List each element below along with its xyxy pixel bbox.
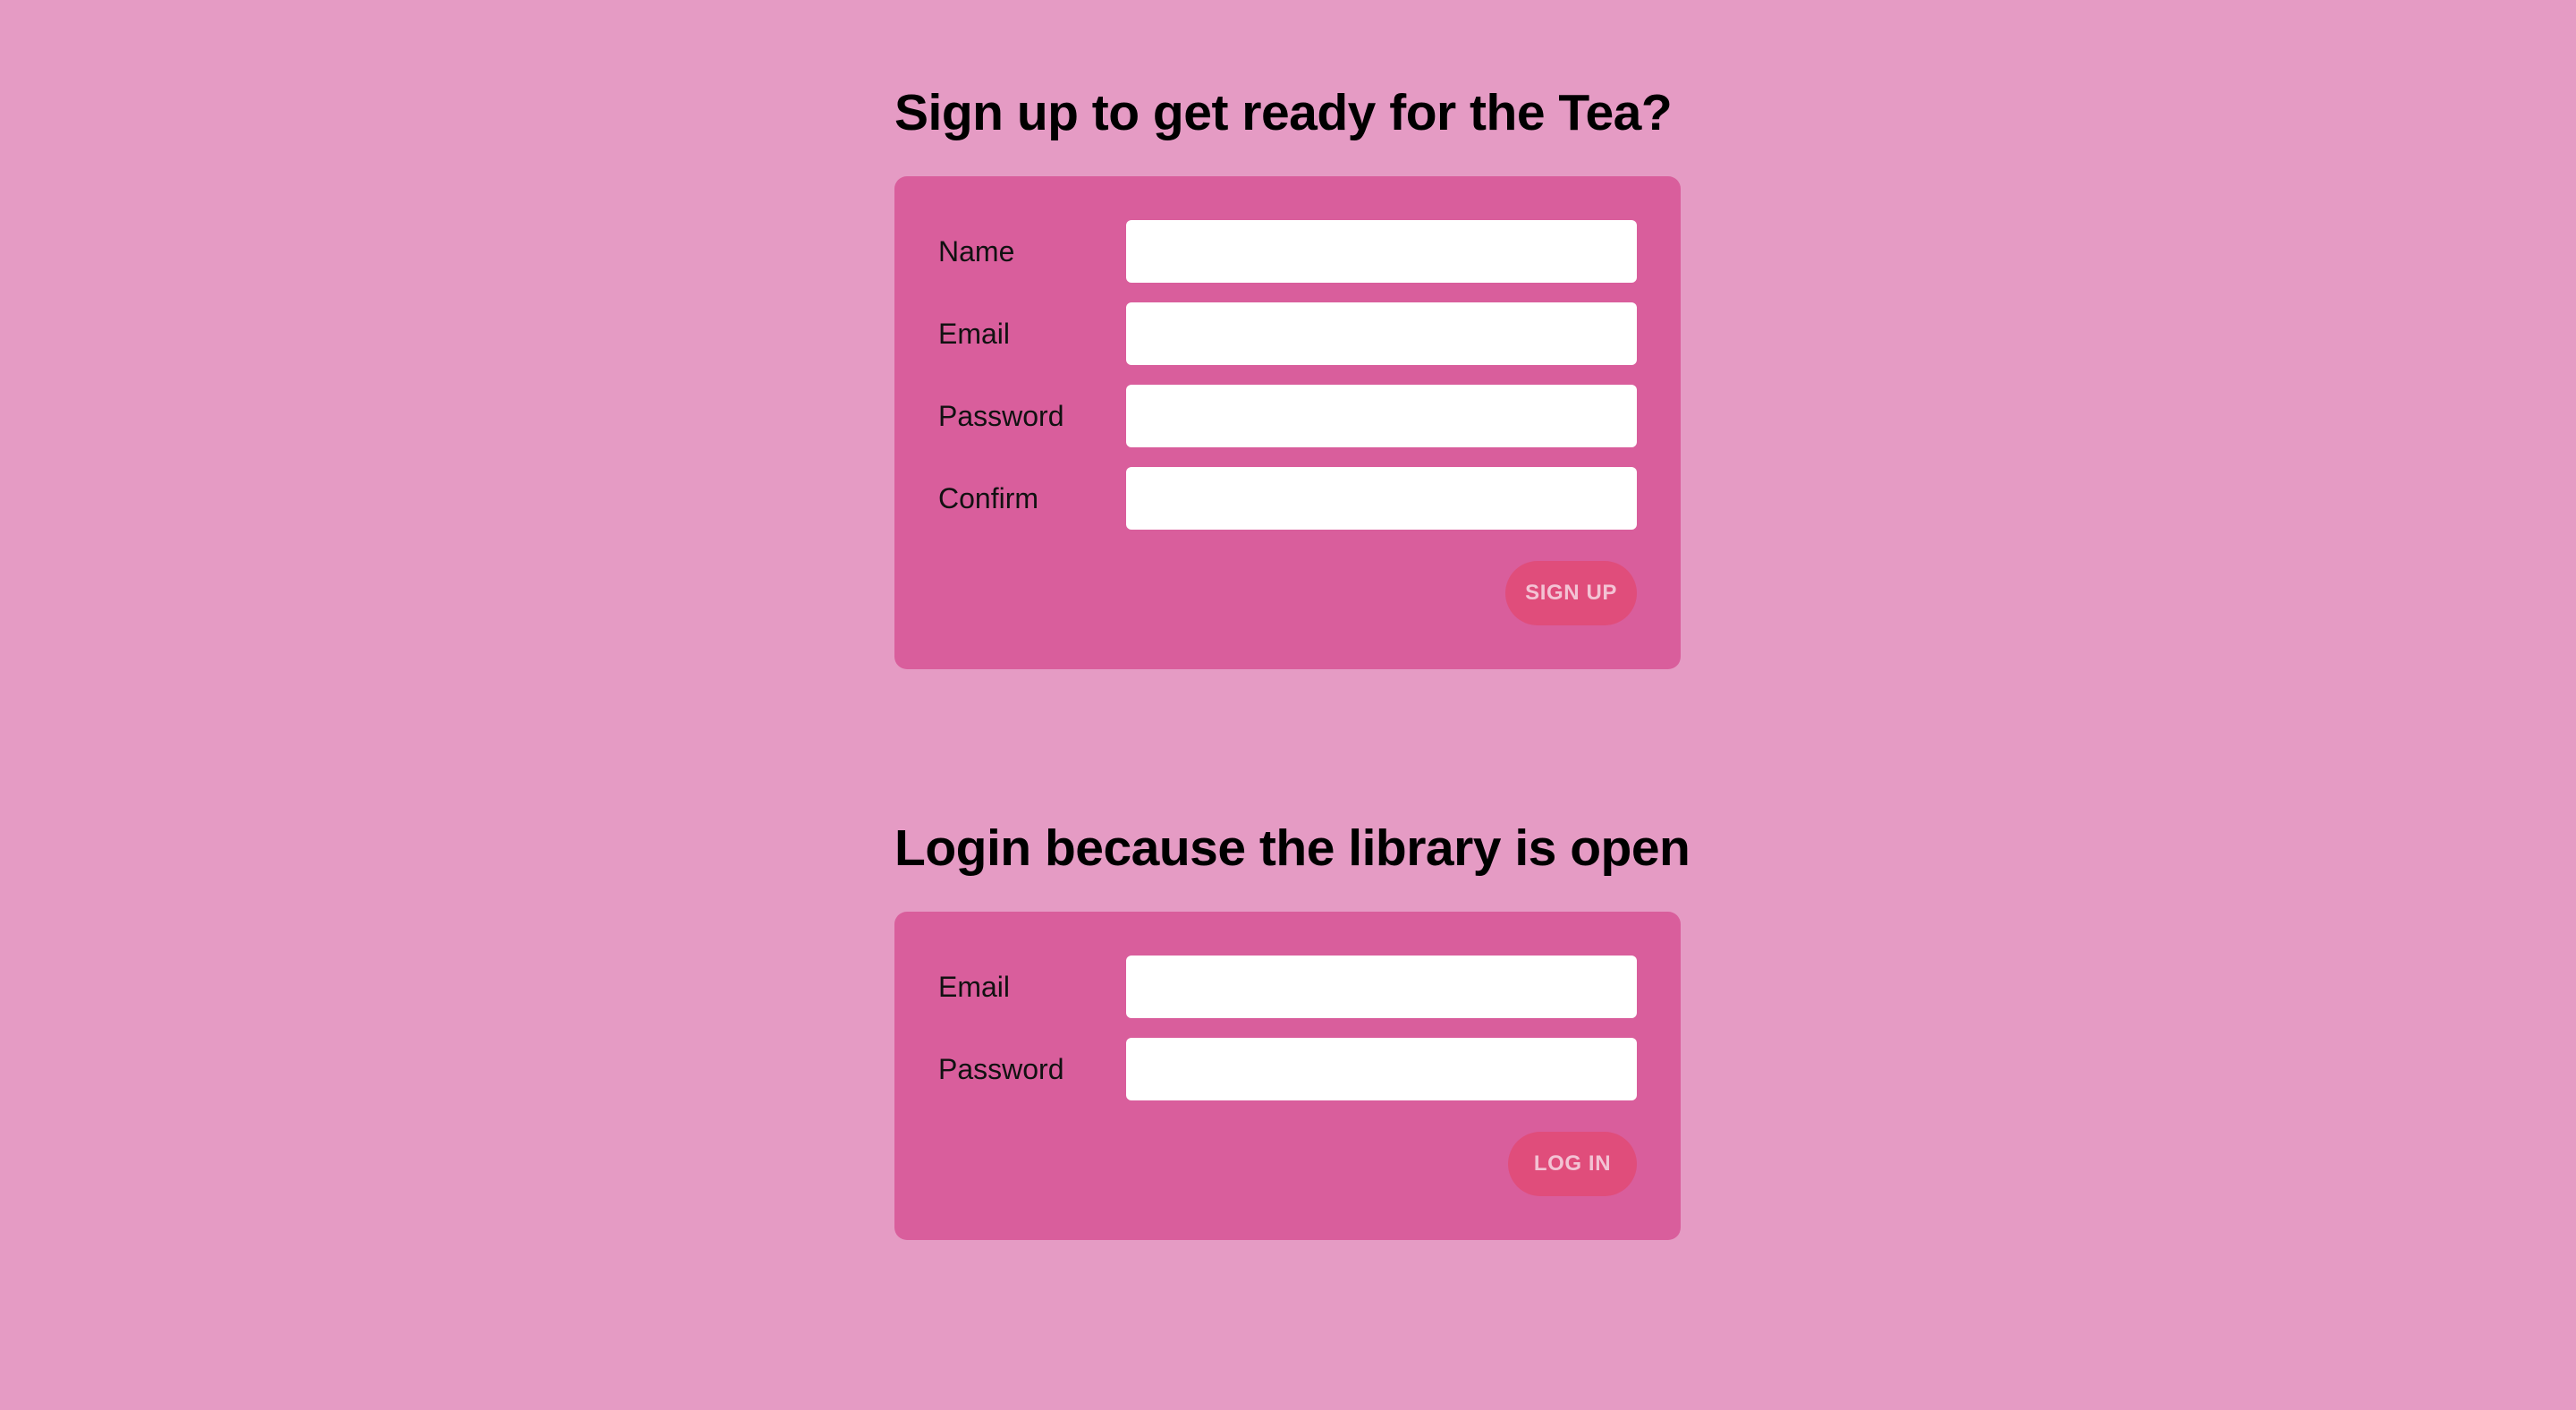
signup-actions: SIGN UP bbox=[938, 561, 1637, 625]
signup-form: Name Email Password Confirm SIGN UP bbox=[894, 176, 1681, 669]
signup-confirm-label: Confirm bbox=[938, 481, 1039, 514]
signup-email-label: Email bbox=[938, 317, 1011, 350]
signup-name-row: Name bbox=[938, 220, 1637, 283]
login-email-label: Email bbox=[938, 970, 1011, 1003]
signup-section: Sign up to get ready for the Tea? Name E… bbox=[894, 81, 1681, 669]
login-email-input[interactable] bbox=[1126, 956, 1637, 1018]
signup-password-row: Password bbox=[938, 385, 1637, 447]
login-form: Email Password LOG IN bbox=[894, 912, 1681, 1240]
signup-confirm-input[interactable] bbox=[1126, 467, 1637, 530]
signup-email-input[interactable] bbox=[1126, 302, 1637, 365]
login-password-label: Password bbox=[938, 1052, 1064, 1085]
signup-name-input[interactable] bbox=[1126, 220, 1637, 283]
login-password-row: Password bbox=[938, 1038, 1637, 1100]
login-section: Login because the library is open Email … bbox=[894, 816, 1690, 1240]
signup-password-input[interactable] bbox=[1126, 385, 1637, 447]
login-password-input[interactable] bbox=[1126, 1038, 1637, 1100]
signup-confirm-row: Confirm bbox=[938, 467, 1637, 530]
signup-email-row: Email bbox=[938, 302, 1637, 365]
signup-name-label: Name bbox=[938, 234, 1015, 268]
log-in-button[interactable]: LOG IN bbox=[1508, 1132, 1637, 1196]
signup-password-label: Password bbox=[938, 399, 1064, 432]
login-title: Login because the library is open bbox=[894, 820, 1690, 877]
login-actions: LOG IN bbox=[938, 1132, 1637, 1196]
sign-up-button[interactable]: SIGN UP bbox=[1505, 561, 1637, 625]
signup-title: Sign up to get ready for the Tea? bbox=[894, 84, 1673, 141]
login-email-row: Email bbox=[938, 956, 1637, 1018]
